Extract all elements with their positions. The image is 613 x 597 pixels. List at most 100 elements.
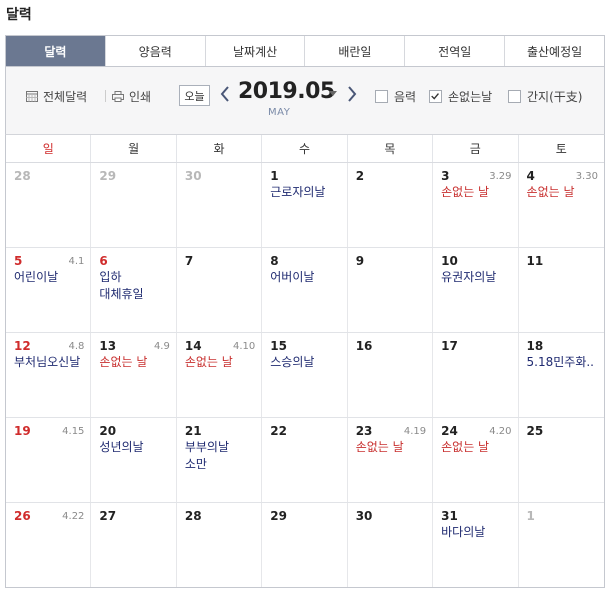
- ganji-checkbox[interactable]: 간지(干支): [508, 88, 582, 105]
- calendar-day-cell[interactable]: 29: [91, 163, 177, 247]
- calendar-day-cell[interactable]: 19 4.15: [6, 418, 92, 502]
- month-dropdown-caret-icon[interactable]: [329, 91, 337, 96]
- tab-discharge-day[interactable]: 전역일: [405, 36, 506, 66]
- lunar-date: 4.19: [403, 426, 427, 437]
- holiday-event-label: 부처님오신날: [14, 355, 81, 369]
- checkmark-icon: [431, 93, 439, 100]
- checkbox-box: [375, 90, 388, 103]
- day-number: 6: [99, 254, 108, 268]
- calendar-day-cell[interactable]: 27: [91, 503, 177, 587]
- day-events: 5.18민주화..: [527, 354, 604, 371]
- calendar-day-cell[interactable]: 6 입하 대체휴일: [91, 248, 177, 332]
- son-eomneun-day-label: 손없는 날: [526, 185, 575, 199]
- day-number: 29: [270, 509, 287, 523]
- tab-ovulation[interactable]: 배란일: [305, 36, 406, 66]
- calendar-week-row: 5 4.1 어린이날 6 입하 대체휴일 7 8 어버이날 9 10 유권자의날 11: [6, 248, 604, 333]
- calendar-day-cell[interactable]: 8 어버이날: [262, 248, 348, 332]
- day-events: 입하 대체휴일: [99, 269, 175, 303]
- calendar-day-cell[interactable]: 22: [262, 418, 348, 502]
- calendar-day-cell[interactable]: 29: [262, 503, 348, 587]
- calendar-day-cell[interactable]: 5 4.1 어린이날: [6, 248, 92, 332]
- lunar-checkbox-label: 음력: [394, 90, 417, 104]
- checkbox-box: [508, 90, 521, 103]
- weekday-thursday: 목: [348, 135, 434, 162]
- weekday-sunday: 일: [6, 135, 92, 162]
- holiday-event-label: 스승의날: [270, 355, 315, 369]
- day-number: 9: [355, 254, 365, 268]
- day-events: 손없는 날: [356, 439, 432, 456]
- calendar-day-cell[interactable]: 21 부부의날 소만: [177, 418, 263, 502]
- calendar-day-cell[interactable]: 25: [519, 418, 604, 502]
- day-number: 11: [526, 254, 544, 268]
- month-calendar-grid: 일 월 화 수 목 금 토 28 29 30 1 근로자의날 2 3 3.29 손없는 날 4 3.…: [5, 135, 605, 588]
- calendar-day-cell[interactable]: 28: [177, 503, 263, 587]
- calendar-day-cell[interactable]: 7: [177, 248, 263, 332]
- calendar-day-cell[interactable]: 16: [348, 333, 434, 417]
- day-events: 바다의날: [441, 524, 517, 541]
- calendar-day-cell[interactable]: 9: [348, 248, 434, 332]
- tab-lunar-solar[interactable]: 양음력: [105, 36, 206, 66]
- full-calendar-button[interactable]: 전체달력: [26, 88, 87, 105]
- day-number: 1: [270, 169, 279, 183]
- calendar-day-cell[interactable]: 14 4.10 손없는 날: [177, 333, 263, 417]
- lunar-date: 4.9: [153, 341, 170, 352]
- day-events: 손없는 날: [185, 354, 261, 371]
- calendar-day-cell[interactable]: 23 4.19 손없는 날: [348, 418, 434, 502]
- tab-date-calc[interactable]: 날짜계산: [205, 36, 306, 66]
- lunar-date: 3.30: [575, 171, 598, 182]
- calendar-day-cell[interactable]: 11: [519, 248, 604, 332]
- tab-calendar[interactable]: 달력: [6, 36, 106, 66]
- son-eomneun-checkbox-label: 손없는날: [448, 90, 493, 104]
- lunar-date: 4.20: [489, 426, 512, 437]
- son-eomneun-day-label: 손없는 날: [99, 355, 148, 369]
- weekday-monday: 월: [91, 135, 177, 162]
- calendar-toolbar: 전체달력 인쇄 오늘 2019.05 MAY 음력 손없는날 간지(干支): [5, 67, 605, 135]
- calendar-day-cell[interactable]: 24 4.20 손없는 날: [433, 418, 519, 502]
- calendar-day-cell[interactable]: 1 근로자의날: [262, 163, 348, 247]
- day-events: 부부의날 소만: [185, 439, 261, 473]
- calendar-day-cell[interactable]: 31 바다의날: [433, 503, 519, 587]
- calendar-day-cell[interactable]: 26 4.22: [6, 503, 92, 587]
- day-number: 17: [441, 339, 458, 353]
- calendar-day-cell[interactable]: 15 스승의날: [262, 333, 348, 417]
- day-number: 28: [184, 509, 202, 523]
- day-events: 스승의날: [270, 354, 346, 371]
- holiday-event-label: 입하: [99, 270, 122, 284]
- full-calendar-label: 전체달력: [43, 90, 88, 104]
- next-month-icon[interactable]: [344, 81, 360, 107]
- calendar-day-cell[interactable]: 13 4.9 손없는 날: [91, 333, 177, 417]
- page-title: 달력: [6, 7, 32, 23]
- day-number: 31: [441, 509, 458, 523]
- calendar-week-row: 26 4.22 27 28 29 30 31 바다의날 1: [6, 503, 604, 587]
- calendar-day-cell[interactable]: 12 4.8 부처님오신날: [6, 333, 92, 417]
- calendar-day-cell[interactable]: 30: [177, 163, 263, 247]
- print-button[interactable]: 인쇄: [112, 88, 151, 105]
- prev-month-icon[interactable]: [217, 81, 233, 107]
- holiday-event-label: 부부의날: [184, 440, 230, 454]
- tab-due-date[interactable]: 출산예정일: [505, 36, 604, 66]
- day-number: 7: [184, 254, 194, 268]
- calendar-day-cell[interactable]: 30: [348, 503, 434, 587]
- calendar-day-cell[interactable]: 2: [348, 163, 434, 247]
- calendar-day-cell[interactable]: 18 5.18민주화..: [519, 333, 604, 417]
- lunar-checkbox[interactable]: 음력: [375, 88, 416, 105]
- son-eomneun-day-label: 손없는 날: [441, 440, 490, 454]
- calendar-day-cell[interactable]: 10 유권자의날: [433, 248, 519, 332]
- checkbox-box-checked: [429, 90, 442, 103]
- lunar-date: 4.1: [68, 256, 85, 267]
- day-events: 손없는 날: [441, 439, 517, 456]
- toolbar-divider: [105, 90, 106, 102]
- day-number: 10: [441, 254, 458, 268]
- calendar-day-cell[interactable]: 3 3.29 손없는 날: [433, 163, 519, 247]
- day-events: 어버이날: [270, 269, 346, 286]
- calendar-day-cell[interactable]: 1: [519, 503, 604, 587]
- calendar-day-cell[interactable]: 4 3.30 손없는 날: [519, 163, 604, 247]
- today-button[interactable]: 오늘: [179, 85, 210, 106]
- calendar-day-cell[interactable]: 28: [6, 163, 92, 247]
- son-eomneun-checkbox[interactable]: 손없는날: [429, 88, 492, 105]
- day-number: 20: [99, 424, 117, 438]
- day-events: 성년의날: [99, 439, 175, 456]
- holiday-event-label: 어린이날: [14, 270, 59, 284]
- calendar-day-cell[interactable]: 20 성년의날: [91, 418, 177, 502]
- calendar-day-cell[interactable]: 17: [433, 333, 519, 417]
